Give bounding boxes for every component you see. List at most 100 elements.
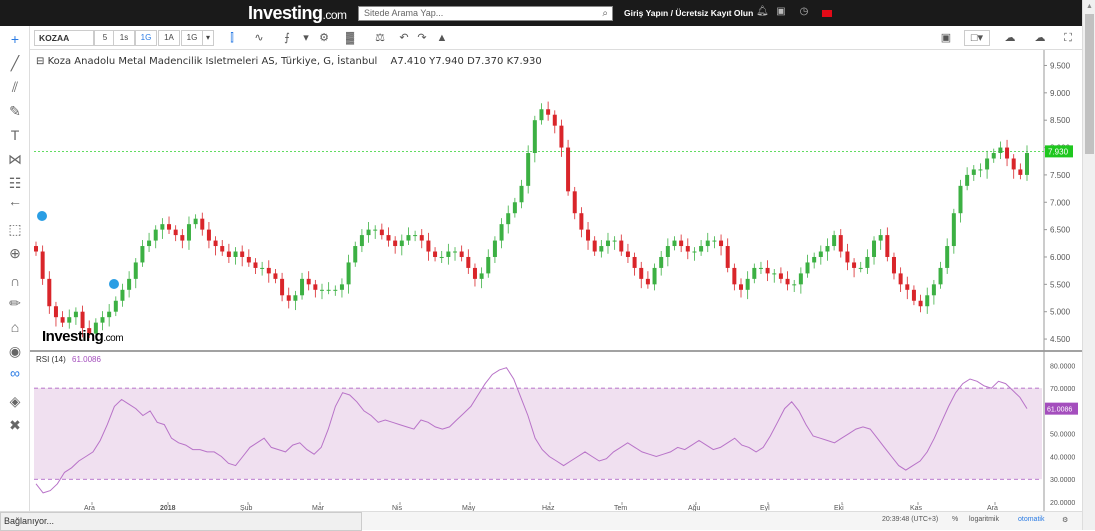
pattern-icon[interactable]: ⋈: [5, 150, 25, 168]
candle-body: [499, 224, 504, 241]
brush-icon[interactable]: ✎: [5, 102, 25, 120]
measure-icon[interactable]: ☷: [5, 174, 25, 192]
chart-area[interactable]: 9.5009.0008.5008.0007.5007.0006.5006.000…: [30, 50, 1082, 512]
candle-body: [971, 169, 976, 175]
eye-icon[interactable]: ◉: [5, 342, 25, 360]
portfolio-icon[interactable]: ▣: [776, 7, 786, 17]
scale-icon[interactable]: ⚖: [370, 30, 390, 46]
percent-toggle[interactable]: %: [952, 516, 958, 523]
candle-body: [306, 278, 311, 285]
undo-icon[interactable]: ↶: [394, 30, 414, 46]
timeframe-1a[interactable]: 1A: [158, 30, 180, 46]
alert-icon[interactable]: ▲: [432, 30, 452, 46]
candle-body: [665, 246, 670, 257]
candle-body: [612, 240, 617, 242]
candle-body: [160, 224, 165, 230]
crosshair-icon[interactable]: +: [5, 30, 25, 48]
chart-canvas[interactable]: 9.5009.0008.5008.0007.5007.0006.5006.000…: [30, 50, 1082, 512]
candles-icon[interactable]: ⫿: [222, 30, 242, 46]
layout-dropdown[interactable]: □▾: [964, 30, 990, 46]
symbol-input[interactable]: KOZAA: [34, 30, 94, 46]
candle-body: [359, 235, 364, 247]
candle-body: [260, 267, 265, 269]
candle-body: [1005, 147, 1010, 159]
candle-body: [792, 284, 797, 286]
candle-body: [619, 240, 624, 252]
camera-icon[interactable]: ▣: [936, 30, 956, 46]
candle-body: [978, 169, 983, 171]
magnet-icon[interactable]: ∩: [5, 272, 25, 290]
redo-icon[interactable]: ↷: [412, 30, 432, 46]
scroll-up-icon[interactable]: ▲: [1086, 3, 1093, 10]
candle-body: [805, 262, 810, 274]
candle-body: [566, 147, 571, 192]
status-settings-icon[interactable]: ⚙: [1062, 516, 1068, 524]
zoom-icon[interactable]: ⊕: [5, 244, 25, 262]
candle-body: [898, 273, 903, 285]
login-signup-link[interactable]: Giriş Yapın / Ücretsiz Kayıt Olun: [624, 8, 753, 18]
pencil-lock-icon[interactable]: ✏: [5, 294, 25, 312]
collapse-icon[interactable]: ⊟: [36, 56, 44, 67]
fullscreen-icon[interactable]: ⛶: [1058, 30, 1078, 46]
link-icon[interactable]: ∞: [5, 364, 25, 382]
current-price-label: 7.930: [1048, 147, 1069, 156]
candle-body: [186, 224, 191, 241]
top-header: Investing.com Sitede Arama Yap... ⌕ Giri…: [0, 0, 1095, 26]
lock-icon[interactable]: ⌂: [5, 318, 25, 336]
candle-body: [300, 278, 305, 296]
timeframe-1s[interactable]: 1s: [113, 30, 135, 46]
site-search-input[interactable]: Sitede Arama Yap... ⌕: [358, 6, 613, 21]
investing-logo[interactable]: Investing.com: [248, 3, 347, 24]
timeframe-1g-daily[interactable]: 1G: [135, 30, 157, 46]
candle-body: [439, 256, 444, 258]
layers-icon[interactable]: ◈: [5, 392, 25, 410]
candle-body: [213, 240, 218, 247]
candle-body: [1018, 169, 1023, 175]
candle-body: [153, 229, 158, 241]
back-arrow-icon[interactable]: ←: [5, 192, 25, 210]
cloud-save-icon[interactable]: ☁: [1030, 30, 1050, 46]
candle-body: [605, 240, 610, 247]
ruler-icon[interactable]: ⬚: [5, 220, 25, 238]
candle-body: [958, 185, 963, 214]
candle-body: [719, 240, 724, 247]
candle-body: [459, 251, 464, 257]
cloud-load-icon[interactable]: ☁: [1000, 30, 1020, 46]
candle-body: [532, 120, 537, 154]
candle-body: [373, 229, 378, 231]
rsi-value-badge-label: 61.0086: [1047, 407, 1072, 414]
turkey-flag-icon[interactable]: [822, 10, 832, 17]
fib-icon[interactable]: ⫽: [5, 78, 25, 96]
timeframe-dropdown[interactable]: ▾: [202, 30, 214, 46]
auto-toggle[interactable]: otomatik: [1018, 516, 1044, 523]
search-icon[interactable]: ⌕: [602, 7, 608, 20]
template-icon[interactable]: ▓: [340, 30, 360, 46]
indicators-icon[interactable]: ⨍: [277, 30, 297, 46]
candle-body: [253, 262, 258, 268]
indicators-dropdown-icon[interactable]: ▾: [296, 30, 316, 46]
candle-body: [931, 284, 936, 296]
candle-body: [679, 240, 684, 247]
scrollbar-thumb[interactable]: [1085, 14, 1094, 154]
candle-body: [479, 273, 484, 279]
candle-body: [273, 273, 278, 279]
candle-body: [100, 317, 105, 323]
candle-body: [53, 306, 58, 318]
candle-body: [140, 246, 145, 263]
text-tool-icon[interactable]: T: [5, 126, 25, 144]
candle-body: [486, 256, 491, 274]
log-toggle[interactable]: logaritmik: [969, 516, 999, 523]
compare-icon[interactable]: ∿: [249, 30, 269, 46]
clock-icon[interactable]: ◷: [799, 7, 809, 17]
trash-icon[interactable]: ✖: [5, 416, 25, 434]
trendline-icon[interactable]: ╱: [5, 54, 25, 72]
candle-body: [107, 311, 112, 318]
candle-body: [852, 262, 857, 268]
candle-body: [725, 246, 730, 268]
bell-icon[interactable]: 🔔︎: [756, 7, 769, 17]
rsi-tick-label: 70.0000: [1050, 386, 1075, 393]
timeframe-1g-weekly[interactable]: 1G: [181, 30, 203, 46]
page-scrollbar[interactable]: ▲: [1082, 0, 1095, 530]
status-bar: Bağlanıyor... 20:39:48 (UTC+3) % logarit…: [0, 511, 1082, 531]
settings-gear-icon[interactable]: ⚙: [314, 30, 334, 46]
